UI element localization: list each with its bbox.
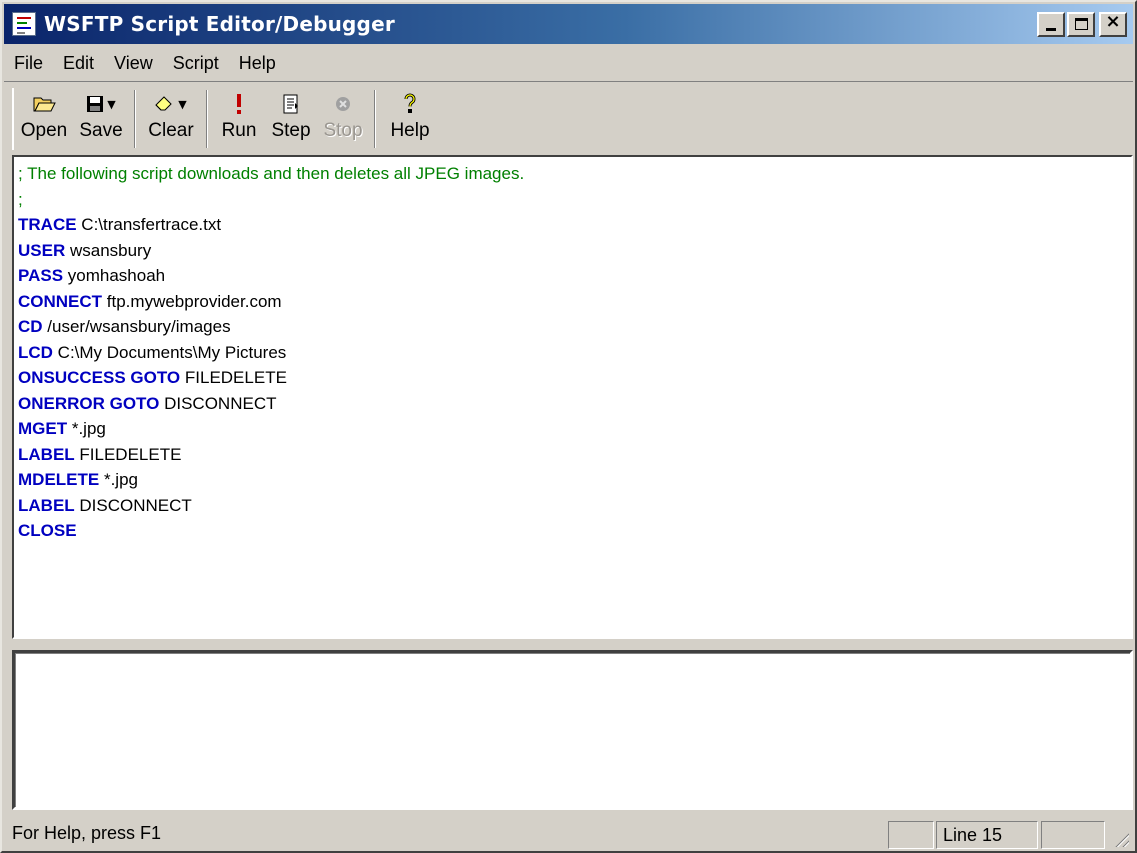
- script-keyword: ONSUCCESS GOTO: [18, 368, 181, 387]
- chevron-down-icon[interactable]: ▼: [107, 98, 115, 111]
- menu-file[interactable]: File: [4, 53, 53, 74]
- help-button[interactable]: Help: [382, 88, 438, 150]
- eraser-icon: ▼: [155, 92, 187, 116]
- app-window: WSFTP Script Editor/Debugger × File Edit…: [0, 0, 1137, 853]
- script-comment: ;: [18, 189, 23, 209]
- script-keyword: PASS: [18, 266, 64, 285]
- toolbar: Open ▼ Save ▼ Clear Run Step Stop Help: [12, 88, 438, 150]
- stop-button[interactable]: Stop: [318, 88, 368, 150]
- script-argument: yomhashoah: [63, 266, 166, 285]
- step-document-icon: [283, 92, 299, 116]
- script-line[interactable]: PASS yomhashoah: [18, 263, 1131, 289]
- script-line[interactable]: ;: [18, 187, 1131, 213]
- script-keyword: LCD: [18, 342, 53, 362]
- maximize-button[interactable]: [1067, 12, 1095, 37]
- script-argument: FILEDELETE: [180, 368, 287, 387]
- script-argument: DISCONNECT: [74, 495, 192, 515]
- script-argument: ftp.mywebprovider.com: [102, 291, 282, 311]
- open-button[interactable]: Open: [14, 88, 74, 150]
- stop-label: Stop: [323, 120, 363, 141]
- script-line[interactable]: ONSUCCESS GOTO FILEDELETE: [18, 365, 1131, 391]
- script-argument: C:\transfertrace.txt: [76, 215, 222, 234]
- app-icon[interactable]: [12, 12, 36, 36]
- menu-bar: File Edit View Script Help: [4, 46, 1133, 82]
- save-label: Save: [79, 120, 123, 141]
- step-label: Step: [271, 120, 311, 141]
- script-keyword: LABEL: [18, 444, 75, 464]
- script-line[interactable]: MGET *.jpg: [18, 416, 1131, 442]
- script-argument: /user/wsansbury/images: [42, 317, 231, 336]
- exclamation-icon: [235, 92, 243, 116]
- status-line-indicator: Line 15: [936, 821, 1038, 849]
- script-line[interactable]: CD /user/wsansbury/images: [18, 314, 1131, 340]
- step-button[interactable]: Step: [264, 88, 318, 150]
- run-button[interactable]: Run: [214, 88, 264, 150]
- script-line[interactable]: LCD C:\My Documents\My Pictures: [18, 340, 1131, 366]
- script-line[interactable]: LABEL FILEDELETE: [18, 442, 1131, 468]
- maximize-icon: [1075, 18, 1088, 30]
- script-line[interactable]: TRACE C:\transfertrace.txt: [18, 212, 1131, 238]
- save-button[interactable]: ▼ Save: [74, 88, 128, 150]
- menu-view[interactable]: View: [104, 53, 163, 74]
- floppy-disk-icon: ▼: [86, 92, 116, 116]
- script-line[interactable]: ONERROR GOTO DISCONNECT: [18, 391, 1131, 417]
- menu-script[interactable]: Script: [163, 53, 229, 74]
- minimize-button[interactable]: [1037, 12, 1065, 37]
- close-button[interactable]: ×: [1099, 11, 1127, 37]
- status-help-text: For Help, press F1: [12, 823, 162, 843]
- script-line[interactable]: USER wsansbury: [18, 238, 1131, 264]
- script-argument: DISCONNECT: [159, 393, 277, 413]
- script-keyword: CD: [18, 317, 43, 336]
- debug-output-pane[interactable]: [12, 650, 1133, 810]
- script-keyword: MGET: [18, 419, 68, 438]
- folder-open-icon: [32, 92, 56, 116]
- clear-button[interactable]: ▼ Clear: [142, 88, 200, 150]
- status-bar: For Help, press F1 Line 15: [4, 818, 1133, 851]
- script-line[interactable]: MDELETE *.jpg: [18, 467, 1131, 493]
- window-title: WSFTP Script Editor/Debugger: [44, 12, 395, 36]
- script-argument: C:\My Documents\My Pictures: [52, 342, 287, 362]
- help-question-icon: [403, 92, 417, 116]
- script-keyword: TRACE: [18, 215, 77, 234]
- chevron-down-icon[interactable]: ▼: [178, 98, 186, 111]
- menu-help[interactable]: Help: [229, 53, 286, 74]
- script-argument: *.jpg: [99, 470, 138, 489]
- run-label: Run: [221, 120, 257, 141]
- stop-icon: [335, 92, 351, 116]
- script-comment: ; The following script downloads and the…: [18, 164, 525, 183]
- resize-grip-icon[interactable]: [1113, 831, 1129, 847]
- toolbar-separator: [206, 90, 208, 148]
- script-argument: FILEDELETE: [74, 444, 182, 464]
- toolbar-separator: [134, 90, 136, 148]
- script-argument: wsansbury: [65, 240, 152, 260]
- script-keyword: CONNECT: [18, 291, 103, 311]
- help-label: Help: [390, 120, 430, 141]
- script-line[interactable]: CONNECT ftp.mywebprovider.com: [18, 289, 1131, 315]
- script-keyword: ONERROR GOTO: [18, 393, 160, 413]
- open-label: Open: [20, 120, 68, 141]
- script-keyword: LABEL: [18, 495, 75, 515]
- clear-label: Clear: [148, 120, 194, 141]
- title-bar[interactable]: WSFTP Script Editor/Debugger ×: [4, 4, 1133, 44]
- script-line[interactable]: ; The following script downloads and the…: [18, 161, 1131, 187]
- menu-edit[interactable]: Edit: [53, 53, 104, 74]
- script-keyword: USER: [18, 240, 66, 260]
- script-keyword: CLOSE: [18, 521, 77, 540]
- script-keyword: MDELETE: [18, 470, 100, 489]
- script-line[interactable]: LABEL DISCONNECT: [18, 493, 1131, 519]
- toolbar-separator: [374, 90, 376, 148]
- script-editor[interactable]: ; The following script downloads and the…: [12, 155, 1133, 639]
- script-line[interactable]: CLOSE: [18, 518, 1131, 544]
- minimize-icon: [1046, 28, 1056, 31]
- status-pane-empty: [1041, 821, 1105, 849]
- script-argument: *.jpg: [67, 419, 106, 438]
- status-pane-empty: [888, 821, 934, 849]
- close-icon: ×: [1105, 11, 1121, 32]
